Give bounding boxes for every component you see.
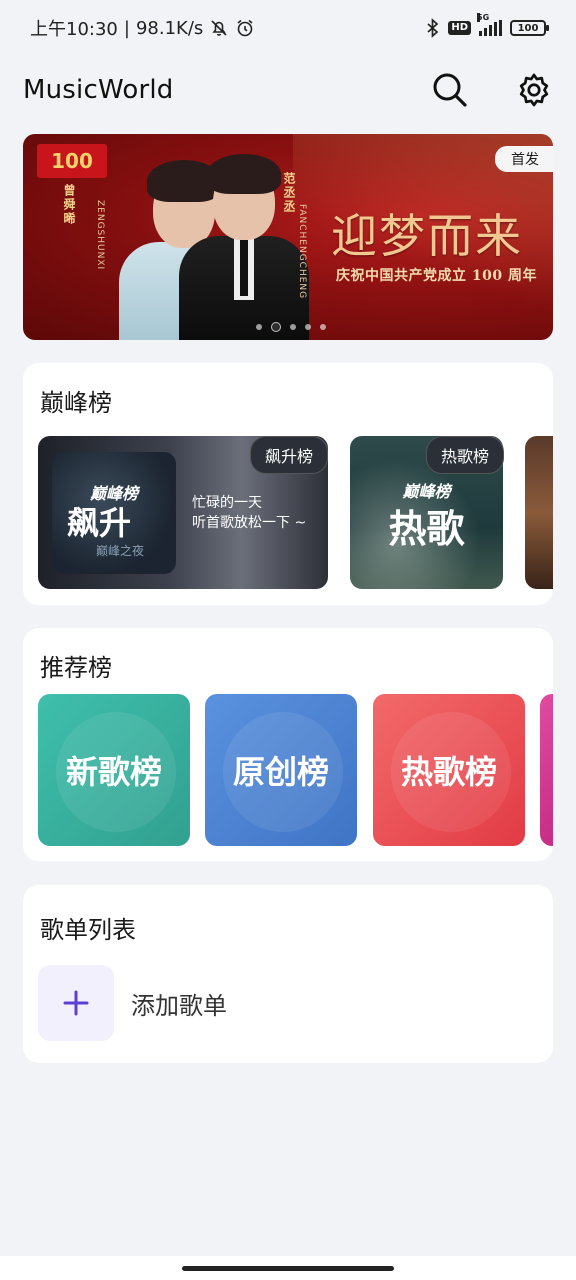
carousel-dot[interactable] — [320, 324, 326, 330]
cover-subtitle: 巅峰之夜 — [96, 544, 145, 558]
signal-icon: 5G — [477, 13, 502, 36]
status-speed: 98.1K/s — [135, 17, 204, 39]
recommend-chart-label: 原创榜 — [232, 753, 329, 791]
battery-icon: 100 — [510, 20, 549, 36]
section-title: 巅峰榜 — [40, 389, 112, 417]
logo-text: 100 — [51, 149, 93, 173]
battery-level: 100 — [517, 22, 539, 34]
search-button[interactable] — [430, 70, 470, 110]
settings-button[interactable] — [514, 70, 554, 110]
status-left: 上午10:30 | 98.1K/s — [30, 15, 255, 41]
home-indicator[interactable] — [182, 1266, 394, 1271]
banner-tag: 首发 — [495, 146, 553, 172]
status-right: HD 5G 100 — [426, 13, 549, 38]
banner-pinyin-left: ZENGSHUNXI — [95, 200, 105, 271]
bluetooth-icon — [426, 18, 440, 38]
recommend-chart-partial[interactable] — [540, 694, 553, 846]
status-separator: | — [123, 17, 130, 39]
banner-name-right: 范丞丞 — [282, 172, 296, 214]
playlist-section: 歌单列表 添加歌单 — [23, 885, 553, 1063]
banner-headline: 迎梦而来 — [331, 209, 523, 263]
app-title: MusicWorld — [23, 75, 174, 105]
section-title: 歌单列表 — [40, 916, 136, 944]
banner-name-left: 曾舜晞 — [62, 184, 76, 226]
carousel-dot[interactable] — [305, 324, 311, 330]
recommend-chart-list[interactable]: 新歌榜 原创榜 热歌榜 — [38, 694, 553, 846]
person-hair — [207, 154, 281, 194]
cover-title: 飙升 — [66, 504, 131, 542]
add-playlist-tile[interactable] — [38, 965, 114, 1041]
party-100-logo: 100 — [37, 144, 107, 178]
search-icon — [433, 73, 467, 107]
carousel-dot[interactable] — [290, 324, 296, 330]
cover-title: 热歌 — [388, 507, 465, 551]
person-tie — [240, 240, 248, 296]
carousel-dot[interactable] — [256, 324, 262, 330]
recommend-chart-label: 热歌榜 — [400, 753, 497, 791]
peak-chart-section: 巅峰榜 巅峰榜 飙升 巅峰之夜 忙碌的一天 听首歌放松一下 ~ 巅峰榜 热歌 飙… — [23, 363, 553, 605]
gear-icon — [519, 73, 549, 107]
description-line: 听首歌放松一下 ~ — [192, 515, 307, 531]
recommend-chart-new[interactable]: 新歌榜 — [38, 694, 190, 846]
status-bar: 上午10:30 | 98.1K/s HD 5G 100 — [0, 0, 576, 56]
description-line: 忙碌的一天 — [192, 495, 262, 511]
carousel-dots — [256, 322, 326, 332]
recommend-chart-hot[interactable]: 热歌榜 — [373, 694, 525, 846]
banner-pinyin-right: FANCHENGCHENG — [297, 204, 307, 300]
banner-carousel[interactable]: 100 曾舜晞 ZENGSHUNXI 范丞丞 FANCHENGCHENG 迎梦而… — [23, 134, 553, 340]
add-playlist-button[interactable]: 添加歌单 — [38, 965, 298, 1041]
add-playlist-label: 添加歌单 — [131, 991, 227, 1020]
app-bar: MusicWorld — [0, 60, 576, 120]
mute-bell-icon — [209, 18, 229, 38]
recommend-chart-section: 推荐榜 新歌榜 原创榜 热歌榜 — [23, 628, 553, 861]
peak-chart-card-partial[interactable] — [525, 436, 553, 589]
recommend-chart-original[interactable]: 原创榜 — [205, 694, 357, 846]
network-type: 5G — [477, 13, 490, 22]
chart-badge: 飙升榜 — [250, 436, 329, 474]
recommend-chart-label: 新歌榜 — [65, 753, 162, 791]
section-title: 推荐榜 — [40, 654, 112, 682]
alarm-icon — [235, 18, 255, 38]
status-time: 上午10:30 — [30, 19, 118, 40]
carousel-dot-active[interactable] — [271, 322, 281, 332]
banner-subline: 庆祝中国共产党成立 100 周年 — [336, 268, 537, 284]
app-bar-actions — [430, 70, 554, 110]
hd-badge: HD — [448, 21, 471, 35]
chart-description: 忙碌的一天 听首歌放松一下 ~ — [192, 493, 306, 533]
chart-badge: 热歌榜 — [426, 436, 505, 474]
chart-cover: 巅峰榜 飙升 巅峰之夜 — [52, 452, 176, 574]
plus-icon — [63, 990, 89, 1016]
